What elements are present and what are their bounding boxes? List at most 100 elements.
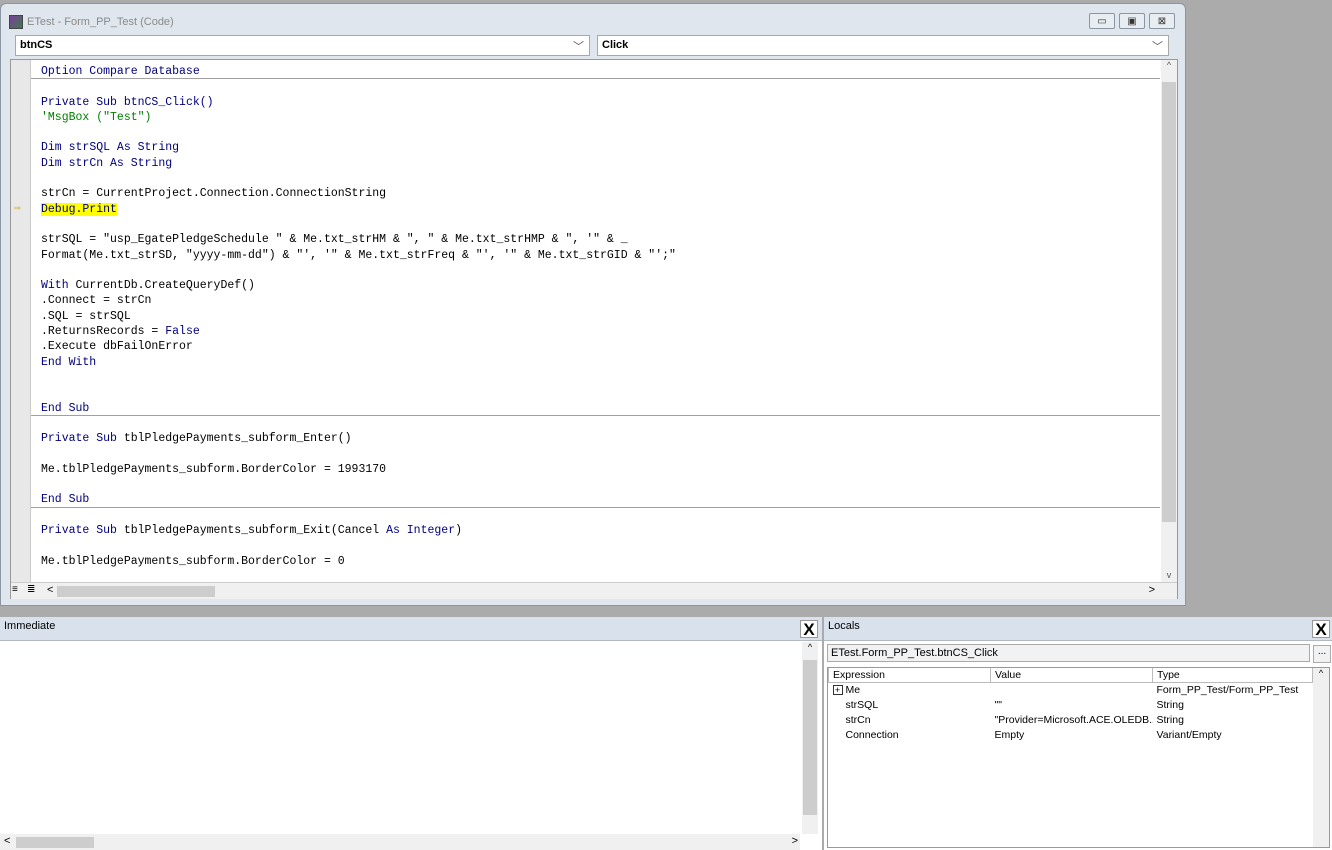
scroll-up-icon[interactable]: ^ (1313, 668, 1329, 678)
locals-row[interactable]: strSQL "" String (829, 697, 1313, 712)
locals-grid[interactable]: Expression Value Type + Me Form_PP_Test/Fo… (827, 667, 1330, 848)
minimize-button[interactable]: ▭ (1089, 13, 1115, 29)
value-cell (991, 682, 1153, 697)
code-line[interactable] (31, 217, 1160, 232)
code-line[interactable] (31, 446, 1160, 461)
procedure-dropdown[interactable]: Click ﹀ (597, 35, 1169, 56)
code-line[interactable] (31, 263, 1160, 278)
code-line[interactable]: End With (31, 355, 1160, 370)
scroll-thumb[interactable] (803, 660, 817, 815)
column-expression[interactable]: Expression (828, 668, 991, 683)
code-token: As Integer (386, 523, 456, 537)
scroll-right-icon[interactable]: > (792, 835, 798, 847)
code-line[interactable] (31, 538, 1160, 553)
call-stack-button[interactable]: ... (1313, 645, 1331, 663)
code-line[interactable] (31, 79, 1160, 94)
locals-row[interactable]: strCn "Provider=Microsoft.ACE.OLEDB.1 Stri… (829, 712, 1313, 727)
code-line[interactable] (31, 171, 1160, 186)
code-line[interactable]: ⇨ Debug.Print (14, 202, 1160, 217)
code-token: .SQL = strSQL (41, 309, 131, 323)
close-button[interactable]: ⊠ (1149, 13, 1175, 29)
maximize-button[interactable]: ▣ (1119, 13, 1145, 29)
code-lines[interactable]: Option Compare Database Private Sub btnCS… (14, 64, 1160, 569)
immediate-pane[interactable]: Immediate X ^ < > (0, 617, 822, 850)
procedure-dropdown-value: Click (602, 39, 629, 51)
full-module-view-icon[interactable]: ≣ (27, 584, 35, 595)
scroll-down-icon[interactable]: v (1161, 570, 1177, 580)
column-type[interactable]: Type (1152, 668, 1313, 683)
code-line[interactable]: End Sub (31, 492, 1160, 508)
code-token: btnCS_Click() (123, 95, 214, 109)
type-cell: Form_PP_Test/Form_PP_Test (1156, 683, 1299, 696)
column-value[interactable]: Value (990, 668, 1153, 683)
vba-project-icon (9, 15, 23, 29)
code-token: Cancel (337, 523, 387, 537)
code-line[interactable]: Dim strCn As String (31, 156, 1160, 171)
type-cell: String (1156, 698, 1184, 711)
scroll-up-icon[interactable]: ^ (802, 642, 818, 652)
code-line[interactable]: Dim strSQL As String (31, 140, 1160, 155)
code-line[interactable]: 'MsgBox ("Test") (31, 110, 1160, 125)
value-cell: Empty (994, 728, 1025, 741)
code-line[interactable]: Me.tblPledgePayments_subform.BorderColor… (31, 462, 1160, 477)
code-token: As String (110, 156, 173, 170)
value-cell: "Provider=Microsoft.ACE.OLEDB.1 (994, 713, 1153, 726)
code-token: .ReturnsRecords = (41, 325, 166, 339)
code-line[interactable]: .ReturnsRecords = False (31, 324, 1160, 339)
expression-text: strSQL (845, 698, 879, 711)
locals-pane[interactable]: Locals X ETest.Form_PP_Test.btnCS_Click … (824, 617, 1332, 850)
locals-row[interactable]: Connection Empty Variant/Empty (829, 727, 1313, 742)
code-line[interactable] (31, 508, 1160, 523)
code-line[interactable]: strCn = CurrentProject.Connection.Connec… (31, 186, 1160, 201)
horizontal-scrollbar[interactable]: < > (0, 834, 800, 850)
scroll-right-icon[interactable]: > (1149, 584, 1155, 596)
chevron-down-icon: ﹀ (573, 41, 584, 53)
code-line[interactable] (31, 385, 1160, 400)
scroll-up-icon[interactable]: ^ (1161, 60, 1177, 70)
execution-point-arrow-icon: ⇨ (14, 202, 21, 215)
code-line[interactable]: Private Sub btnCS_Click() (31, 95, 1160, 110)
code-token: 'MsgBox ("Test") (41, 110, 152, 124)
type-cell: Variant/Empty (1156, 728, 1222, 741)
code-line[interactable]: .Execute dbFailOnError (31, 339, 1160, 354)
object-dropdown[interactable]: btnCS ﹀ (15, 35, 590, 56)
scroll-left-icon[interactable]: < (4, 835, 10, 847)
code-line[interactable]: Private Sub tblPledgePayments_subform_En… (31, 431, 1160, 446)
code-token: strSQL (68, 141, 117, 155)
scroll-thumb[interactable] (1162, 82, 1176, 522)
immediate-title: Immediate (0, 617, 822, 641)
code-line[interactable]: .SQL = strSQL (31, 309, 1160, 324)
procedure-view-icon[interactable]: ≡ (12, 584, 18, 595)
code-token: End Sub (41, 401, 90, 415)
code-line[interactable]: Private Sub tblPledgePayments_subform_Ex… (31, 523, 1160, 538)
code-line[interactable]: Me.tblPledgePayments_subform.BorderColor… (31, 554, 1160, 569)
code-line[interactable]: End Sub (31, 401, 1160, 416)
code-line[interactable]: .Connect = strCn (31, 293, 1160, 308)
code-editor[interactable]: Option Compare Database Private Sub btnCS… (10, 59, 1178, 599)
close-locals-button[interactable]: X (1312, 620, 1330, 639)
code-line[interactable] (31, 477, 1160, 492)
vertical-scrollbar[interactable]: ^ (1313, 668, 1329, 847)
code-token: strSQL = "usp_EgatePledgeSchedule " & Me… (41, 233, 628, 247)
vertical-scrollbar[interactable]: ^ (802, 642, 818, 834)
scroll-thumb[interactable] (57, 586, 215, 597)
expression-text: Me (845, 683, 861, 696)
code-line[interactable]: With CurrentDb.CreateQueryDef() (31, 278, 1160, 293)
scroll-left-icon[interactable]: < (47, 584, 53, 596)
code-token: Private Sub (41, 523, 124, 537)
value-cell: "" (994, 698, 1002, 711)
locals-row[interactable]: + Me Form_PP_Test/Form_PP_Test (829, 682, 1313, 697)
code-line[interactable] (31, 370, 1160, 385)
expand-icon[interactable]: + (832, 684, 843, 695)
margin-indicator-bar[interactable] (11, 60, 31, 582)
code-line[interactable] (31, 416, 1160, 431)
horizontal-scrollbar[interactable]: ≡ ≣ < > (11, 582, 1177, 599)
code-line[interactable]: strSQL = "usp_EgatePledgeSchedule " & Me… (31, 232, 1160, 247)
scroll-thumb[interactable] (16, 837, 94, 848)
code-line[interactable] (31, 125, 1160, 140)
code-token: ) (455, 523, 462, 537)
vertical-scrollbar[interactable]: ^ v (1161, 60, 1177, 582)
code-line[interactable]: Format(Me.txt_strSD, "yyyy-mm-dd") & "',… (31, 248, 1160, 263)
close-immediate-button[interactable]: X (800, 620, 818, 639)
code-line[interactable]: Option Compare Database (31, 64, 1160, 80)
